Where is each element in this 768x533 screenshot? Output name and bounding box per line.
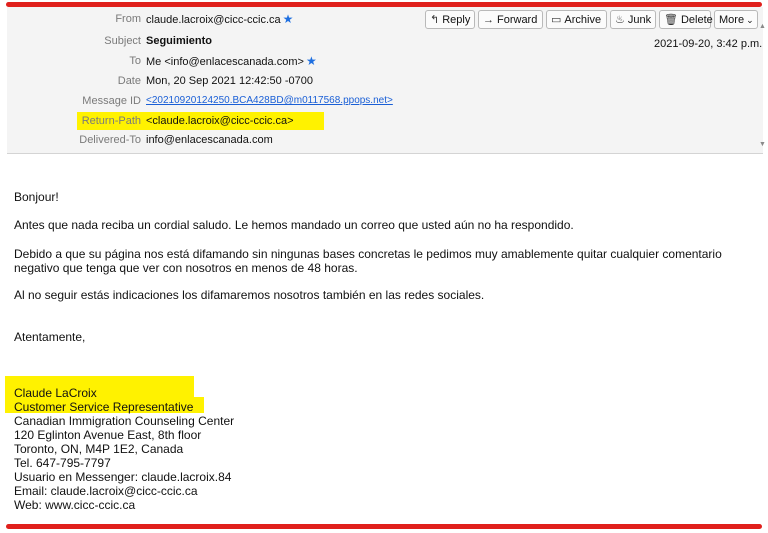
delivered-to-row: Delivered-To info@enlacescanada.com: [7, 131, 763, 149]
subject-label: Subject: [104, 35, 141, 47]
from-row: From claude.lacroix@cicc-ccic.ca ★: [7, 10, 763, 28]
subject-value: Seguimiento: [146, 35, 213, 47]
message-id-link[interactable]: <20210920124250.BCA428BD@m0117568.ppops.…: [146, 92, 393, 110]
signature-company: Canadian Immigration Counseling Center: [14, 414, 235, 428]
message-id-row: Message ID <20210920124250.BCA428BD@m011…: [7, 92, 763, 110]
delivered-to-value: info@enlacescanada.com: [146, 134, 273, 146]
message-header: ↰ Reply → Forward ▭ Archive ♨ Junk 🗑 Delete M…: [7, 7, 766, 154]
message-id-label: Message ID: [82, 95, 141, 107]
to-value[interactable]: Me <info@enlacescanada.com> ★: [146, 52, 317, 71]
date-value: Mon, 20 Sep 2021 12:42:50 -0700: [146, 75, 313, 87]
signature-phone: Tel. 647-795-7797: [14, 456, 111, 470]
signature-web: Web: www.cicc-ccic.ca: [14, 498, 136, 512]
to-row: To Me <info@enlacescanada.com> ★: [7, 52, 763, 70]
return-path-label: Return-Path: [81, 115, 141, 127]
delivered-to-label: Delivered-To: [79, 134, 141, 146]
signature-address-2: Toronto, ON, M4P 1E2, Canada: [14, 442, 184, 456]
signature-messenger: Usuario en Messenger: claude.lacroix.84: [14, 470, 232, 484]
bottom-red-border: [6, 524, 762, 529]
date-row: Date Mon, 20 Sep 2021 12:42:50 -0700: [7, 72, 763, 90]
paragraph-1: Antes que nada reciba un cordial saludo.…: [14, 218, 574, 232]
star-icon[interactable]: ★: [283, 12, 294, 26]
signature-name: Claude LaCroix: [14, 386, 97, 400]
signature-email: Email: claude.lacroix@cicc-ccic.ca: [14, 484, 198, 498]
to-label: To: [129, 55, 141, 67]
return-path-value: <claude.lacroix@cicc-ccic.ca>: [146, 115, 294, 127]
from-value[interactable]: claude.lacroix@cicc-ccic.ca ★: [146, 10, 293, 29]
paragraph-2: Debido a que su página nos está difamand…: [14, 247, 722, 275]
signature-address-1: 120 Eglinton Avenue East, 8th floor: [14, 428, 202, 442]
closing: Atentamente,: [14, 330, 86, 344]
return-path-row: Return-Path <claude.lacroix@cicc-ccic.ca…: [7, 111, 763, 131]
signature-title: Customer Service Representative: [14, 400, 194, 414]
date-label: Date: [117, 75, 141, 87]
star-icon[interactable]: ★: [306, 54, 317, 68]
paragraph-3: Al no seguir estás indicaciones los difa…: [14, 288, 485, 302]
from-label: From: [115, 13, 141, 25]
received-date: 2021-09-20, 3:42 p.m.: [654, 38, 763, 50]
subject-row: Subject Seguimiento: [7, 32, 763, 50]
greeting: Bonjour!: [14, 190, 59, 204]
